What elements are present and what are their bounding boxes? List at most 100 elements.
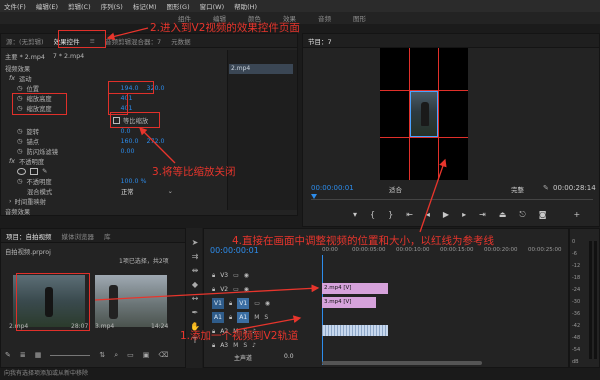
stopwatch-icon[interactable]: ◷ — [17, 128, 23, 135]
breadcrumb-master[interactable]: 主要 * 2.mp4 — [5, 52, 45, 61]
source-patch-a1[interactable]: A1 — [212, 312, 224, 323]
wrench-icon[interactable]: ✎ — [543, 184, 549, 192]
menu-help[interactable]: 帮助(H) — [234, 1, 257, 11]
menu-clip[interactable]: 剪辑(C) — [68, 1, 91, 11]
opacity-row[interactable]: fx 不透明度 — [9, 157, 44, 166]
rect-mask-icon[interactable] — [30, 168, 38, 175]
solo-icon[interactable]: S — [243, 342, 247, 349]
microphone-icon[interactable]: ♪ — [252, 342, 256, 349]
lock-icon[interactable]: 🔒︎ — [212, 286, 215, 294]
program-canvas[interactable] — [380, 48, 468, 180]
new-item-icon[interactable]: ▣ — [143, 351, 150, 360]
pencil-icon[interactable]: ✎ — [5, 351, 11, 360]
source-patch-v1[interactable]: V1 — [212, 298, 224, 309]
sync-lock-icon[interactable]: ▭ — [233, 286, 239, 293]
timeline-clip-v2[interactable]: 2.mp4 [V] — [322, 283, 388, 294]
timeline-clip-v1[interactable]: 3.mp4 [V] — [322, 297, 376, 308]
slip-tool-icon[interactable]: ↔ — [190, 294, 200, 304]
flicker-value[interactable]: 0.00 — [121, 148, 135, 155]
timeline-clip-a1[interactable] — [322, 325, 388, 336]
mark-out-icon[interactable]: } — [388, 210, 393, 222]
lift-icon[interactable]: ⏏ — [499, 210, 507, 222]
mini-timeline-clip[interactable]: 2.mp4 — [229, 64, 293, 74]
camera-icon[interactable]: ◙ — [539, 210, 547, 222]
go-to-in-icon[interactable]: ⇤ — [406, 210, 413, 222]
master-track-value[interactable]: 0.0 — [284, 353, 294, 360]
play-icon[interactable]: ▶ — [443, 210, 449, 222]
stopwatch-icon[interactable]: ◷ — [17, 148, 23, 155]
program-timecode[interactable]: 00:00:00:01 — [311, 184, 354, 192]
search-icon[interactable]: ⌕ — [114, 351, 118, 360]
anchor-x-value[interactable]: 160.0 — [121, 138, 139, 145]
tab-media-browser[interactable]: 媒体浏览器 — [62, 231, 95, 241]
opacity-value[interactable]: 100.0 % — [121, 178, 147, 185]
extract-icon[interactable]: ⎋ — [519, 210, 525, 222]
track-target-v1[interactable]: V1 — [237, 298, 250, 309]
razor-tool-icon[interactable]: ◆ — [190, 280, 200, 290]
mark-in-icon[interactable]: { — [370, 210, 375, 222]
tab-program[interactable]: 节目：7 — [308, 36, 332, 46]
menu-sequence[interactable]: 序列(S) — [101, 1, 123, 11]
sync-lock-icon[interactable]: ▭ — [233, 272, 239, 279]
timeline-scrollbar[interactable] — [322, 361, 482, 365]
menu-graphics[interactable]: 图形(G) — [167, 1, 190, 11]
solo-icon[interactable]: S — [264, 314, 268, 321]
step-forward-icon[interactable]: ▸ — [462, 210, 466, 222]
stopwatch-icon[interactable]: ◷ — [17, 85, 23, 92]
zoom-slider[interactable] — [50, 355, 91, 356]
quality-select[interactable]: 完整 — [511, 184, 524, 194]
tab-metadata[interactable]: 元数据 — [171, 36, 191, 46]
stopwatch-icon[interactable]: ◷ — [17, 138, 23, 145]
time-remap-row[interactable]: › 时间重映射 — [9, 197, 46, 206]
workspace-tab[interactable]: 图形 — [353, 13, 366, 23]
tab-audio-mixer[interactable]: 音频剪辑混合器：7 — [105, 36, 161, 46]
add-marker-icon[interactable]: ▾ — [353, 210, 357, 222]
pen-mask-icon[interactable]: ✎ — [42, 168, 47, 175]
project-item[interactable] — [95, 275, 167, 327]
trash-icon[interactable]: ⌫ — [158, 351, 168, 360]
pen-tool-icon[interactable]: ✒ — [190, 308, 200, 318]
menu-file[interactable]: 文件(F) — [4, 1, 26, 11]
playhead-marker[interactable] — [311, 194, 317, 199]
ellipse-mask-icon[interactable] — [17, 168, 26, 175]
eye-icon[interactable]: ◉ — [265, 300, 270, 307]
track-target-a1[interactable]: A1 — [237, 312, 250, 323]
icon-view-icon[interactable]: ▦ — [35, 351, 42, 360]
selection-tool-icon[interactable]: ➤ — [190, 238, 200, 248]
program-scrubber[interactable] — [311, 194, 593, 200]
tab-library[interactable]: 库 — [104, 231, 111, 241]
tab-source[interactable]: 源：(无剪辑) — [6, 36, 44, 46]
go-to-out-icon[interactable]: ⇥ — [479, 210, 486, 222]
lock-icon[interactable]: 🔒︎ — [229, 314, 232, 322]
sync-lock-icon[interactable]: ▭ — [254, 300, 260, 307]
mute-icon[interactable]: M — [233, 342, 238, 349]
stopwatch-icon[interactable]: ◷ — [17, 178, 23, 185]
rotation-value[interactable]: 0.0 — [121, 128, 131, 135]
step-back-icon[interactable]: ◂ — [426, 210, 430, 222]
new-bin-icon[interactable]: ▭ — [127, 351, 134, 360]
lock-icon[interactable]: 🔒︎ — [212, 272, 215, 280]
motion-row[interactable]: fx 运动 — [9, 74, 32, 83]
anchor-y-value[interactable]: 272.0 — [147, 138, 165, 145]
breadcrumb-clip[interactable]: 7 * 2.mp4 — [53, 53, 84, 60]
ripple-edit-tool-icon[interactable]: ⇹ — [190, 266, 200, 276]
fit-select[interactable]: 适合 — [389, 184, 402, 194]
list-view-icon[interactable]: ≣ — [20, 351, 26, 360]
menu-edit[interactable]: 编辑(E) — [36, 1, 58, 11]
db-label: -12 — [572, 263, 581, 269]
blend-mode-select[interactable]: 正常 — [121, 187, 134, 196]
workspace-tab[interactable]: 音频 — [318, 13, 331, 23]
timeline-ruler[interactable]: 00:00 00:00:05:00 00:00:10:00 00:00:15:0… — [322, 247, 568, 259]
sort-icon[interactable]: ⇅ — [99, 351, 105, 360]
add-button-icon[interactable]: + — [573, 210, 580, 222]
track-select-tool-icon[interactable]: ⇉ — [190, 252, 200, 262]
lock-icon[interactable]: 🔒︎ — [229, 300, 232, 308]
eye-icon[interactable]: ◉ — [244, 272, 249, 279]
menu-window[interactable]: 窗口(W) — [200, 1, 225, 11]
tab-project[interactable]: 项目：自拍视频 — [6, 231, 52, 241]
menu-marker[interactable]: 标记(M) — [133, 1, 157, 11]
eye-icon[interactable]: ◉ — [244, 286, 249, 293]
video-frame[interactable] — [410, 91, 438, 137]
mute-icon[interactable]: M — [254, 314, 259, 321]
chevron-down-icon[interactable]: ⌄ — [168, 188, 173, 195]
